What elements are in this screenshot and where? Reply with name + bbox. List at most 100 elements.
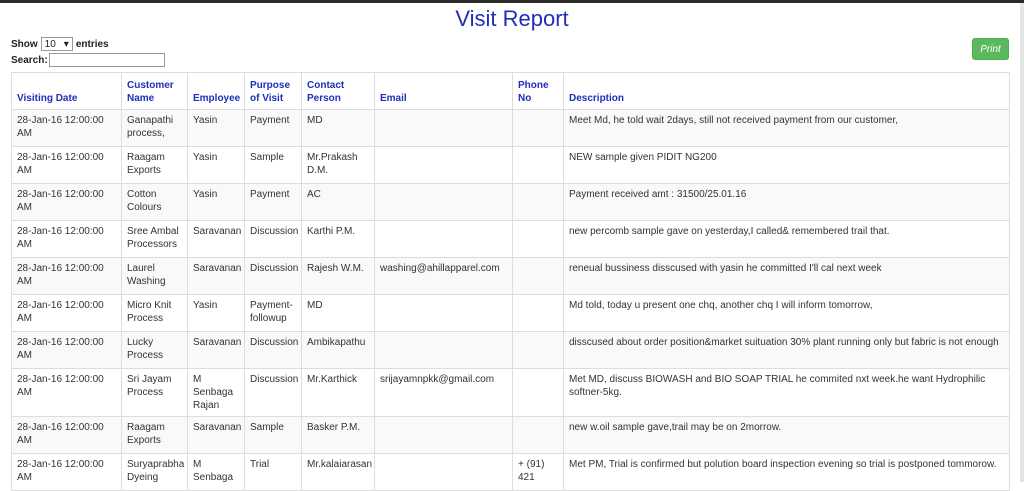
cell-contact-person: Mr.Karthick	[301, 368, 375, 417]
cell-employee: Yasin	[187, 183, 245, 221]
col-purpose[interactable]: Purpose of Visit	[244, 72, 302, 110]
cell-phone: + (91) 421	[512, 453, 564, 491]
cell-purpose: Sample	[244, 416, 302, 454]
cell-phone	[512, 220, 564, 258]
cell-description: reneual bussiness disscused with yasin h…	[563, 257, 1010, 295]
cell-employee: M Senbaga Rajan	[187, 368, 245, 417]
cell-purpose: Discussion	[244, 331, 302, 369]
cell-visiting-date: 28-Jan-16 12:00:00 AM	[11, 183, 122, 221]
cell-phone	[512, 368, 564, 417]
visit-report-table: Visiting Date Customer Name Employee Pur…	[11, 72, 1010, 491]
cell-customer-name: Suryaprabha Dyeing	[121, 453, 188, 491]
cell-employee: Yasin	[187, 294, 245, 332]
cell-email	[374, 109, 513, 147]
cell-description: Meet Md, he told wait 2days, still not r…	[563, 109, 1010, 147]
cell-contact-person: Ambikapathu	[301, 331, 375, 369]
search-input[interactable]	[48, 53, 165, 67]
cell-employee: Yasin	[187, 146, 245, 184]
col-email[interactable]: Email	[374, 72, 513, 110]
cell-email: washing@ahillapparel.com	[374, 257, 513, 295]
cell-customer-name: Laurel Washing	[121, 257, 188, 295]
cell-visiting-date: 28-Jan-16 12:00:00 AM	[11, 416, 122, 454]
cell-phone	[512, 416, 564, 454]
col-customer-name[interactable]: Customer Name	[121, 72, 188, 110]
cell-phone	[512, 331, 564, 369]
cell-purpose: Sample	[244, 146, 302, 184]
search-label: Search:	[11, 54, 48, 66]
col-employee[interactable]: Employee	[187, 72, 245, 110]
cell-purpose: Discussion	[244, 257, 302, 295]
table-row: 28-Jan-16 12:00:00 AM Ganapathi process, Y…	[11, 109, 1010, 147]
cell-phone	[512, 109, 564, 147]
entries-value: 10	[44, 38, 56, 50]
cell-visiting-date: 28-Jan-16 12:00:00 AM	[11, 109, 122, 147]
table-row: 28-Jan-16 12:00:00 AM Micro Knit Process Y…	[11, 294, 1010, 332]
chevron-down-icon: ▾	[63, 38, 69, 50]
cell-employee: M Senbaga	[187, 453, 245, 491]
cell-contact-person: Mr.Prakash D.M.	[301, 146, 375, 184]
cell-purpose: Payment	[244, 109, 302, 147]
cell-visiting-date: 28-Jan-16 12:00:00 AM	[11, 294, 122, 332]
cell-description: Payment received amt : 31500/25.01.16	[563, 183, 1010, 221]
cell-visiting-date: 28-Jan-16 12:00:00 AM	[11, 220, 122, 258]
cell-contact-person: MD	[301, 294, 375, 332]
cell-customer-name: Raagam Exports	[121, 146, 188, 184]
show-label: Show	[11, 38, 38, 50]
cell-customer-name: Cotton Colours	[121, 183, 188, 221]
cell-purpose: Discussion	[244, 368, 302, 417]
table-row: 28-Jan-16 12:00:00 AM Suryaprabha Dyeing M…	[11, 453, 1010, 491]
cell-customer-name: Ganapathi process,	[121, 109, 188, 147]
cell-visiting-date: 28-Jan-16 12:00:00 AM	[11, 257, 122, 295]
cell-contact-person: Rajesh W.M.	[301, 257, 375, 295]
cell-contact-person: Karthi P.M.	[301, 220, 375, 258]
cell-employee: Saravanan	[187, 331, 245, 369]
cell-description: Met MD, discuss BIOWASH and BIO SOAP TRI…	[563, 368, 1010, 417]
cell-description: Met PM, Trial is confirmed but polution …	[563, 453, 1010, 491]
table-row: 28-Jan-16 12:00:00 AM Cotton Colours Yasin…	[11, 183, 1010, 221]
cell-customer-name: Raagam Exports	[121, 416, 188, 454]
col-description[interactable]: Description	[563, 72, 1010, 110]
entries-select[interactable]: 10 ▾	[40, 37, 73, 51]
cell-visiting-date: 28-Jan-16 12:00:00 AM	[11, 368, 122, 417]
cell-phone	[512, 183, 564, 221]
table-row: 28-Jan-16 12:00:00 AM Sree Ambal Processo…	[11, 220, 1010, 258]
length-control: Show 10 ▾ entries	[11, 37, 109, 51]
cell-email	[374, 331, 513, 369]
top-border	[0, 0, 1024, 3]
cell-phone	[512, 146, 564, 184]
cell-description: NEW sample given PIDIT NG200	[563, 146, 1010, 184]
col-contact-person[interactable]: Contact Person	[301, 72, 375, 110]
cell-email	[374, 453, 513, 491]
cell-purpose: Trial	[244, 453, 302, 491]
cell-customer-name: Sree Ambal Processors	[121, 220, 188, 258]
cell-description: new percomb sample gave on yesterday,I c…	[563, 220, 1010, 258]
cell-purpose: Discussion	[244, 220, 302, 258]
cell-visiting-date: 28-Jan-16 12:00:00 AM	[11, 331, 122, 369]
scrollbar[interactable]	[1020, 3, 1024, 482]
cell-visiting-date: 28-Jan-16 12:00:00 AM	[11, 146, 122, 184]
table-row: 28-Jan-16 12:00:00 AM Raagam Exports Yasin…	[11, 146, 1010, 184]
table-row: 28-Jan-16 12:00:00 AM Laurel Washing Sarav…	[11, 257, 1010, 295]
table-row: 28-Jan-16 12:00:00 AM Lucky Process Sarava…	[11, 331, 1010, 369]
cell-employee: Yasin	[187, 109, 245, 147]
cell-employee: Saravanan	[187, 416, 245, 454]
cell-customer-name: Lucky Process	[121, 331, 188, 369]
cell-description: Md told, today u present one chq, anothe…	[563, 294, 1010, 332]
cell-purpose: Payment	[244, 183, 302, 221]
cell-description: new w.oil sample gave,trail may be on 2m…	[563, 416, 1010, 454]
cell-email	[374, 220, 513, 258]
cell-employee: Saravanan	[187, 257, 245, 295]
table-row: 28-Jan-16 12:00:00 AM Raagam Exports Sarav…	[11, 416, 1010, 454]
cell-email: srijayamnpkk@gmail.com	[374, 368, 513, 417]
entries-label: entries	[75, 38, 109, 50]
print-button[interactable]: Print	[972, 38, 1009, 60]
header-row: Visiting Date Customer Name Employee Pur…	[11, 72, 1010, 110]
cell-phone	[512, 257, 564, 295]
cell-customer-name: Micro Knit Process	[121, 294, 188, 332]
cell-purpose: Payment-followup	[244, 294, 302, 332]
cell-email	[374, 416, 513, 454]
cell-contact-person: MD	[301, 109, 375, 147]
cell-employee: Saravanan	[187, 220, 245, 258]
col-visiting-date[interactable]: Visiting Date	[11, 72, 122, 110]
col-phone[interactable]: Phone No	[512, 72, 564, 110]
